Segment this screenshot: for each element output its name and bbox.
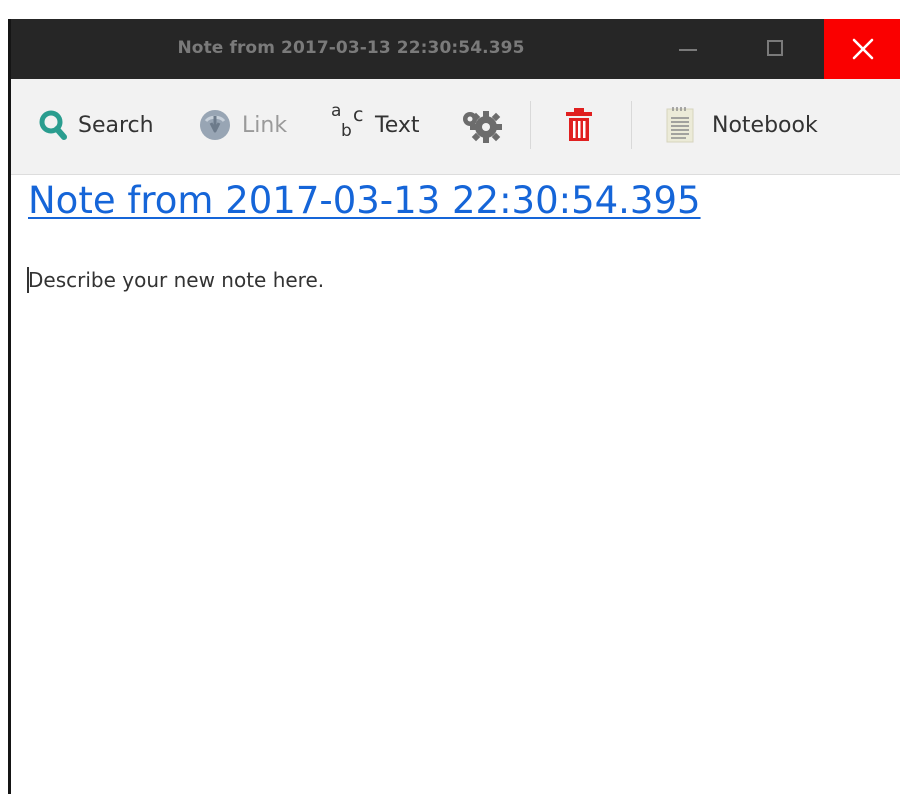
desktop-strip <box>0 0 900 19</box>
toolbar-separator <box>530 101 531 149</box>
screen: Note from 2017-03-13 22:30:54.395 Search… <box>0 0 900 794</box>
close-button[interactable] <box>824 19 900 79</box>
link-icon <box>200 110 230 140</box>
close-icon <box>852 38 874 60</box>
notebook-icon <box>666 107 694 143</box>
maximize-icon <box>767 40 783 56</box>
note-editor[interactable]: Note from 2017-03-13 22:30:54.395 Descri… <box>11 175 900 794</box>
title-bar[interactable]: Note from 2017-03-13 22:30:54.395 <box>11 19 900 79</box>
toolbar-separator <box>631 101 632 149</box>
minimize-button[interactable] <box>661 19 719 79</box>
settings-button[interactable] <box>458 107 504 143</box>
text-format-icon: abc <box>331 101 364 141</box>
search-icon <box>39 110 67 140</box>
note-title-link[interactable]: Note from 2017-03-13 22:30:54.395 <box>28 179 701 222</box>
maximize-button[interactable] <box>747 19 805 79</box>
link-button[interactable]: Link <box>198 107 287 143</box>
search-label: Search <box>78 112 154 138</box>
minimize-icon <box>679 49 697 51</box>
note-body-text[interactable]: Describe your new note here. <box>28 268 324 292</box>
note-window: Note from 2017-03-13 22:30:54.395 Search… <box>8 19 900 794</box>
notebook-label: Notebook <box>712 112 818 138</box>
search-button[interactable]: Search <box>38 107 154 143</box>
link-label: Link <box>242 112 288 138</box>
text-button[interactable]: abc Text <box>327 101 420 143</box>
window-title: Note from 2017-03-13 22:30:54.395 <box>177 38 525 58</box>
toolbar: Search Link abc Text Notebook <box>11 79 900 175</box>
text-label: Text <box>375 112 420 138</box>
notebook-button[interactable]: Notebook <box>664 107 818 143</box>
gears-icon <box>463 111 502 143</box>
delete-button[interactable] <box>564 107 594 143</box>
trash-icon <box>566 108 592 141</box>
